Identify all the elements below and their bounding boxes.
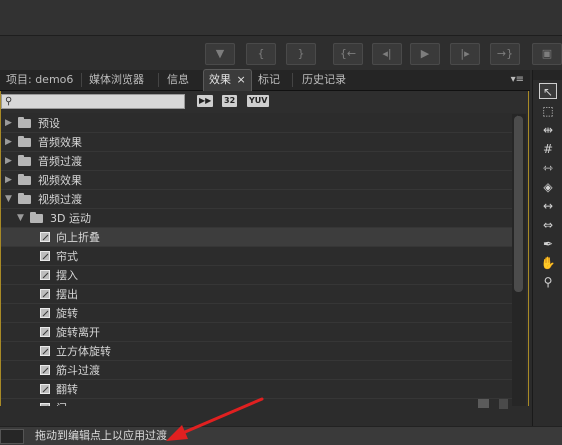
razor-tool-icon[interactable]: ◈ bbox=[539, 179, 557, 195]
hand-tool-icon[interactable]: ✋ bbox=[539, 255, 557, 271]
track-select-tool-icon[interactable]: ⬚ bbox=[539, 103, 557, 119]
tools-panel-header bbox=[533, 70, 562, 80]
tab-info[interactable]: 信息 bbox=[167, 70, 189, 90]
tab-media-browser[interactable]: 媒体浏览器 bbox=[89, 70, 144, 90]
tab-history[interactable]: 历史记录 bbox=[302, 70, 346, 90]
annotation-arrow-icon bbox=[166, 397, 264, 441]
tab-markers[interactable]: 标记 bbox=[258, 70, 280, 90]
tab-separator bbox=[292, 73, 293, 87]
annotation-arrow-head bbox=[166, 425, 188, 441]
monitor-top-strip bbox=[0, 0, 562, 36]
marker-icon[interactable]: ▼ bbox=[205, 43, 235, 65]
pen-tool-icon[interactable]: ✒ bbox=[539, 236, 557, 252]
zoom-tool-icon[interactable]: ⚲ bbox=[539, 274, 557, 290]
slip-tool-icon[interactable]: ↔ bbox=[539, 198, 557, 214]
tools-panel: ↖ ⬚ ⇹ # ⇿ ◈ ↔ ⇔ ✒ ✋ ⚲ bbox=[532, 70, 562, 426]
rate-stretch-tool-icon[interactable]: ⇿ bbox=[539, 160, 557, 176]
status-text: 拖动到编辑点上以应用过渡 bbox=[35, 429, 167, 442]
status-bar: 拖动到编辑点上以应用过渡 bbox=[0, 426, 562, 445]
rolling-edit-tool-icon[interactable]: # bbox=[539, 141, 557, 157]
panel-tab-bar: 项目: demo6 媒体浏览器 信息 效果 × 标记 历史记录 ▾≡ bbox=[0, 69, 530, 91]
tab-effects-label: 效果 bbox=[209, 73, 231, 86]
mark-in-icon[interactable]: { bbox=[246, 43, 276, 65]
trash-icon[interactable] bbox=[499, 399, 508, 409]
tab-effects[interactable]: 效果 × bbox=[203, 69, 252, 91]
step-forward-icon[interactable]: |▸ bbox=[450, 43, 480, 65]
panel-focus-frame bbox=[0, 91, 529, 415]
tab-separator bbox=[158, 73, 159, 87]
mark-out-icon[interactable]: } bbox=[286, 43, 316, 65]
tab-project[interactable]: 项目: demo6 bbox=[6, 70, 73, 90]
play-icon[interactable]: ▶ bbox=[410, 43, 440, 65]
selection-tool-icon[interactable]: ↖ bbox=[539, 83, 557, 99]
tab-separator bbox=[81, 73, 82, 87]
go-to-in-icon[interactable]: {← bbox=[333, 43, 363, 65]
new-custom-bin-icon[interactable] bbox=[478, 399, 489, 408]
status-corner-widget bbox=[0, 429, 24, 444]
go-to-out-icon[interactable]: →} bbox=[490, 43, 520, 65]
slide-tool-icon[interactable]: ⇔ bbox=[539, 217, 557, 233]
export-frame-icon[interactable]: ▣ bbox=[532, 43, 562, 65]
transport-controls: ▼ { } {← ◂| ▶ |▸ →} ▣ bbox=[0, 36, 562, 70]
close-icon[interactable]: × bbox=[237, 73, 246, 86]
annotation-arrow-shaft bbox=[176, 397, 264, 437]
panel-menu-icon[interactable]: ▾≡ bbox=[511, 70, 524, 90]
step-back-icon[interactable]: ◂| bbox=[372, 43, 402, 65]
ripple-edit-tool-icon[interactable]: ⇹ bbox=[539, 122, 557, 138]
